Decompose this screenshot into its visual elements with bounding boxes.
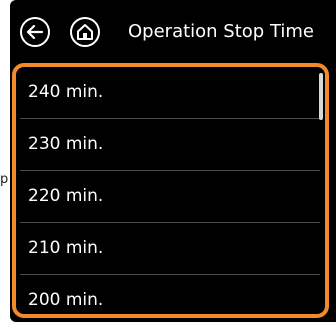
list-item-label: 200 min. [28,290,104,310]
list-item[interactable]: 210 min. [20,223,320,275]
side-text-fragment: p [0,172,9,187]
device-screen: Operation Stop Time 240 min. 230 min. 220 … [10,0,336,322]
list-item-label: 220 min. [28,186,104,206]
home-button[interactable] [70,17,100,47]
option-list-panel: 240 min. 230 min. 220 min. 210 min. 200 min. [12,63,329,318]
option-list: 240 min. 230 min. 220 min. 210 min. 200 min. [20,67,320,314]
list-item[interactable]: 200 min. [20,275,320,314]
list-item[interactable]: 230 min. [20,119,320,171]
list-item-label: 240 min. [28,82,104,102]
list-item-label: 230 min. [28,134,104,154]
list-item[interactable]: 240 min. [20,67,320,119]
list-item[interactable]: 220 min. [20,171,320,223]
back-button[interactable] [20,17,50,47]
list-item-label: 210 min. [28,238,104,258]
page-title: Operation Stop Time [128,21,314,42]
scrollbar[interactable] [319,73,323,120]
header: Operation Stop Time [10,0,336,60]
